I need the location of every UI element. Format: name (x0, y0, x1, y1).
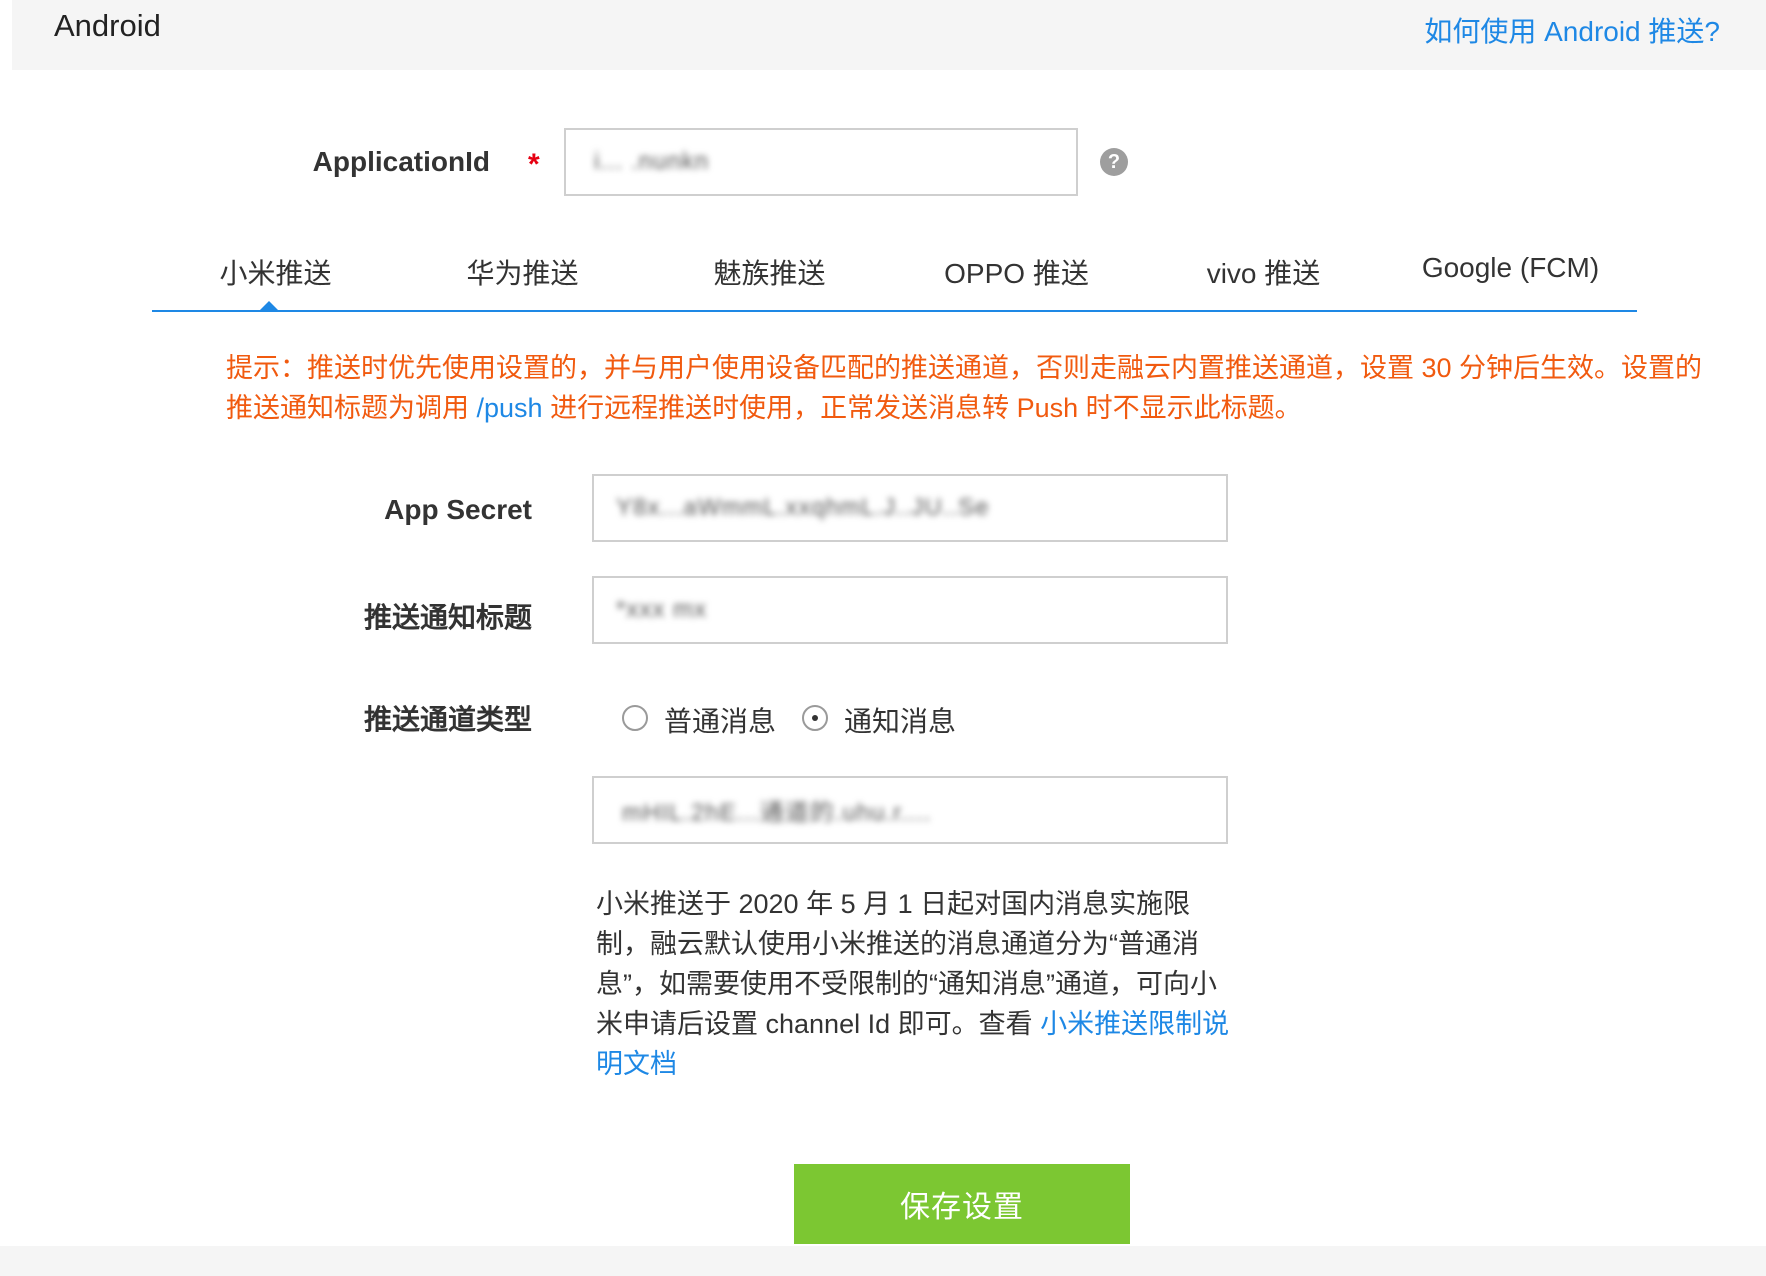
application-id-label: ApplicationId (312, 146, 490, 177)
application-id-value: i... .nunkn (594, 148, 710, 175)
save-settings-button[interactable]: 保存设置 (794, 1164, 1130, 1244)
page-title: Android (54, 8, 161, 43)
radio-notification-message-label[interactable]: 通知消息 (844, 700, 956, 740)
required-asterisk: * (528, 148, 540, 181)
app-secret-label: App Secret (384, 494, 532, 525)
page-header: Android 如何使用 Android 推送? (12, 0, 1766, 70)
tab-oppo[interactable]: OPPO 推送 (893, 252, 1140, 292)
notify-title-label: 推送通知标题 (363, 602, 532, 633)
app-secret-input[interactable]: Y8x...aWmmL.xxqhmL.J..JU..Se (592, 474, 1228, 542)
tab-xiaomi[interactable]: 小米推送 (152, 252, 399, 292)
active-tab-caret-icon (258, 301, 280, 312)
radio-notification-message[interactable] (802, 705, 828, 731)
radio-normal-message[interactable] (622, 705, 648, 731)
push-notice: 提示：推送时优先使用设置的，并与用户使用设备匹配的推送通道，否则走融云内置推送通… (226, 348, 1716, 428)
footer-strip (0, 1246, 1766, 1276)
app-secret-value: Y8x...aWmmL.xxqhmL.J..JU..Se (616, 494, 990, 521)
notify-title-value: *xxx mx (616, 596, 707, 623)
channel-id-input[interactable]: mHIL.2hE...通道的.uhu.r.... (592, 776, 1228, 844)
application-id-input[interactable]: i... .nunkn (564, 128, 1078, 196)
tab-huawei[interactable]: 华为推送 (399, 252, 646, 292)
help-link[interactable]: 如何使用 Android 推送? (1424, 10, 1720, 50)
xiaomi-limit-description: 小米推送于 2020 年 5 月 1 日起对国内消息实施限制，融云默认使用小米推… (596, 884, 1236, 1084)
channel-type-label: 推送通道类型 (363, 704, 532, 735)
radio-normal-message-label[interactable]: 普通消息 (664, 700, 776, 740)
tab-google-fcm[interactable]: Google (FCM) (1387, 252, 1634, 284)
tab-meizu[interactable]: 魅族推送 (646, 252, 893, 292)
question-circle-icon[interactable]: ? (1100, 148, 1128, 176)
channel-id-value: mHIL.2hE...通道的.uhu.r.... (622, 799, 932, 827)
notify-title-input[interactable]: *xxx mx (592, 576, 1228, 644)
push-api-link[interactable]: /push (477, 393, 543, 423)
push-provider-tabs: 小米推送 华为推送 魅族推送 OPPO 推送 vivo 推送 Google (F… (152, 240, 1637, 312)
notice-text-after: 进行远程推送时使用，正常发送消息转 Push 时不显示此标题。 (542, 393, 1302, 423)
tab-vivo[interactable]: vivo 推送 (1140, 252, 1387, 292)
